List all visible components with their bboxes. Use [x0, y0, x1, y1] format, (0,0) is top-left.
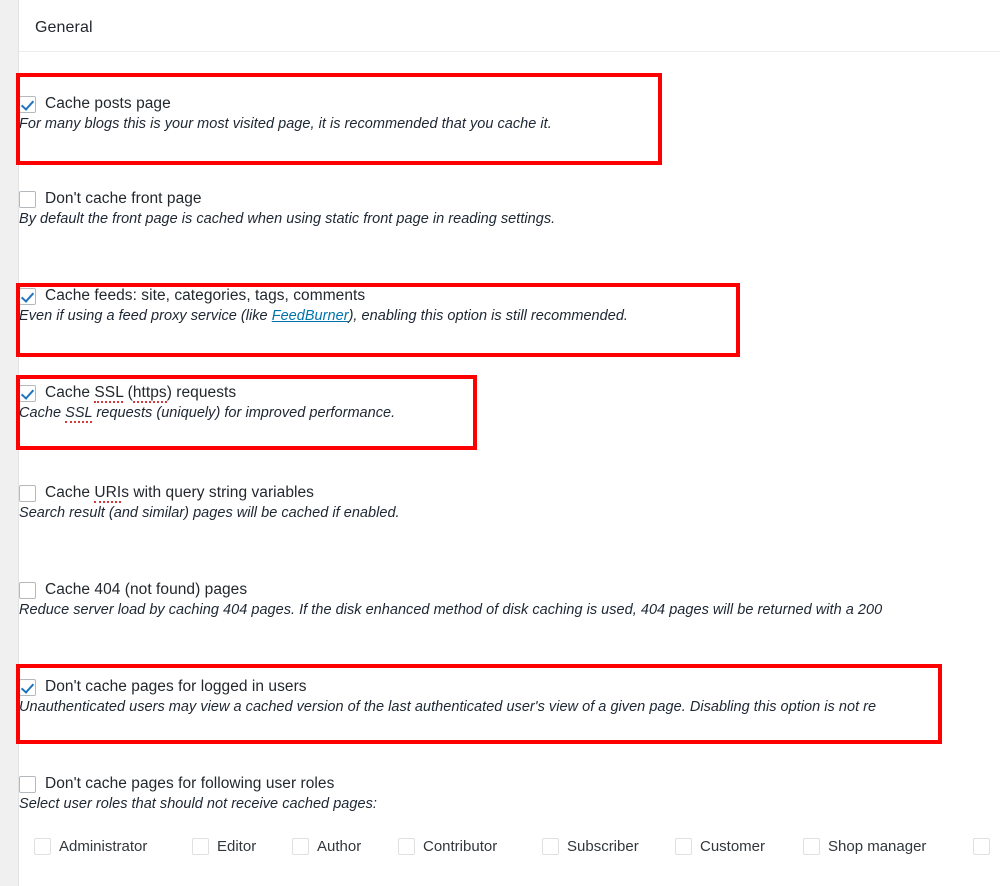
checkbox-user-role[interactable] — [292, 838, 309, 855]
user-role-item[interactable]: Administrator — [34, 838, 147, 855]
checkbox-user-role[interactable] — [675, 838, 692, 855]
checkbox-row-dont-cache-front-page[interactable]: Don't cache front page — [19, 190, 555, 208]
user-role-item[interactable]: Author — [292, 838, 361, 855]
checkbox-user-role[interactable] — [398, 838, 415, 855]
label-user-role: Shop manager — [828, 838, 927, 855]
description-text-post: requests (uniquely) for improved perform… — [92, 405, 396, 421]
option-cache-feeds: Cache feeds: site, categories, tags, com… — [19, 287, 628, 324]
label-dont-cache-logged-in: Don't cache pages for logged in users — [45, 678, 307, 695]
checkbox-row-cache-404-pages[interactable]: Cache 404 (not found) pages — [19, 581, 882, 599]
label-text-mid: ( — [123, 384, 133, 401]
user-role-item[interactable]: Shop manager — [803, 838, 926, 855]
spellcheck-ssl: SSL — [94, 384, 124, 403]
settings-page: General Cache posts page For many blogs … — [0, 0, 1000, 886]
description-text-post: ), enabling this option is still recomme… — [348, 308, 628, 324]
checkbox-user-role[interactable] — [973, 838, 990, 855]
panel-header: General — [19, 0, 1000, 52]
description-cache-uris-query-string: Search result (and similar) pages will b… — [19, 505, 400, 521]
option-dont-cache-logged-in: Don't cache pages for logged in users Un… — [19, 678, 876, 715]
spellcheck-uri: URI — [94, 484, 122, 503]
option-cache-uris-query-string: Cache URIs with query string variables S… — [19, 484, 400, 521]
option-cache-404-pages: Cache 404 (not found) pages Reduce serve… — [19, 581, 882, 618]
description-cache-404-pages: Reduce server load by caching 404 pages.… — [19, 602, 883, 618]
checkbox-cache-ssl-requests[interactable] — [19, 384, 36, 402]
description-cache-feeds: Even if using a feed proxy service (like… — [19, 308, 628, 324]
checkbox-dont-cache-user-roles[interactable] — [19, 775, 36, 793]
general-settings-panel: General Cache posts page For many blogs … — [18, 0, 1000, 886]
label-user-role: Administrator — [59, 838, 148, 855]
description-text-pre: Cache — [19, 405, 66, 421]
label-user-role: Customer — [700, 838, 766, 855]
page-title: General — [35, 19, 93, 36]
option-dont-cache-user-roles: Don't cache pages for following user rol… — [19, 775, 377, 812]
checkbox-cache-posts-page[interactable] — [19, 95, 36, 113]
checkbox-row-dont-cache-logged-in[interactable]: Don't cache pages for logged in users — [19, 678, 876, 696]
label-dont-cache-front-page: Don't cache front page — [45, 190, 202, 207]
user-role-item[interactable]: Subscriber — [542, 838, 639, 855]
spellcheck-ssl-desc: SSL — [65, 405, 93, 423]
user-role-item[interactable]: Contributor — [398, 838, 497, 855]
label-cache-ssl-requests: Cache SSL (https) requests — [45, 384, 237, 403]
description-text-pre: Even if using a feed proxy service (like — [19, 308, 272, 324]
checkbox-row-cache-posts-page[interactable]: Cache posts page — [19, 95, 552, 113]
checkbox-user-role[interactable] — [192, 838, 209, 855]
label-user-role: Editor — [217, 838, 257, 855]
label-text-pre: Cache — [45, 384, 95, 401]
label-text-post: s with query string variables — [121, 484, 314, 501]
checkbox-dont-cache-logged-in[interactable] — [19, 678, 36, 696]
checkbox-row-cache-ssl-requests[interactable]: Cache SSL (https) requests — [19, 384, 395, 403]
label-user-role: Subscriber — [567, 838, 639, 855]
user-role-item[interactable] — [973, 838, 998, 855]
description-cache-posts-page: For many blogs this is your most visited… — [19, 116, 552, 132]
checkbox-row-cache-feeds[interactable]: Cache feeds: site, categories, tags, com… — [19, 287, 628, 305]
user-role-item[interactable]: Editor — [192, 838, 256, 855]
label-dont-cache-user-roles: Don't cache pages for following user rol… — [45, 775, 335, 792]
label-user-role: Author — [317, 838, 362, 855]
spellcheck-https: https — [132, 384, 167, 403]
feedburner-link[interactable]: FeedBurner — [272, 308, 349, 324]
description-dont-cache-front-page: By default the front page is cached when… — [19, 211, 556, 227]
option-cache-posts-page: Cache posts page For many blogs this is … — [19, 95, 552, 132]
checkbox-user-role[interactable] — [542, 838, 559, 855]
label-cache-uris-query-string: Cache URIs with query string variables — [45, 484, 314, 503]
user-role-item[interactable]: Customer — [675, 838, 765, 855]
checkbox-user-role[interactable] — [803, 838, 820, 855]
label-text-pre: Cache — [45, 484, 95, 501]
checkbox-dont-cache-front-page[interactable] — [19, 190, 36, 208]
label-cache-404-pages: Cache 404 (not found) pages — [45, 581, 248, 598]
description-dont-cache-user-roles: Select user roles that should not receiv… — [19, 796, 377, 812]
option-cache-ssl-requests: Cache SSL (https) requests Cache SSL req… — [19, 384, 396, 423]
checkbox-cache-uris-query-string[interactable] — [19, 484, 36, 502]
description-cache-ssl-requests: Cache SSL requests (uniquely) for improv… — [19, 405, 396, 423]
checkbox-row-cache-uris-query-string[interactable]: Cache URIs with query string variables — [19, 484, 400, 503]
option-dont-cache-front-page: Don't cache front page By default the fr… — [19, 190, 555, 227]
label-cache-posts-page: Cache posts page — [45, 95, 171, 112]
checkbox-cache-feeds[interactable] — [19, 287, 36, 305]
label-text-post: ) requests — [166, 384, 237, 401]
label-cache-feeds: Cache feeds: site, categories, tags, com… — [45, 287, 366, 304]
description-dont-cache-logged-in: Unauthenticated users may view a cached … — [19, 699, 877, 715]
checkbox-row-dont-cache-user-roles[interactable]: Don't cache pages for following user rol… — [19, 775, 377, 793]
label-user-role: Contributor — [423, 838, 498, 855]
checkbox-cache-404-pages[interactable] — [19, 581, 36, 599]
checkbox-user-role[interactable] — [34, 838, 51, 855]
